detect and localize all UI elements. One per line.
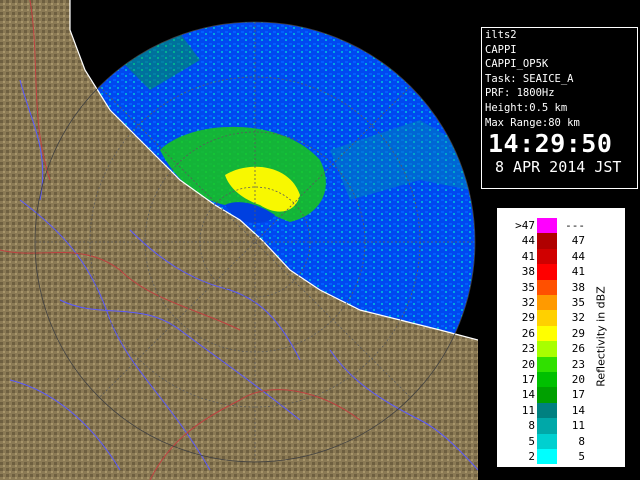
legend-low-value: 5: [528, 434, 535, 448]
legend-row: >47 ---: [499, 218, 623, 234]
legend-low-value: 41: [521, 249, 535, 263]
legend-low-value: 2: [528, 450, 535, 463]
legend-high-value: 23: [571, 357, 585, 371]
color-legend: >47 --- 44 47 41 44 38 41 35 38 32 35 29 32 26 29 23 26 20…: [497, 208, 625, 467]
legend-high-value: 44: [571, 249, 585, 263]
product-name: CAPPI_OP5K: [485, 58, 549, 71]
legend-low-value: 20: [521, 357, 535, 371]
legend-row: 41 44: [499, 248, 623, 265]
radar-name: ilts2: [485, 29, 517, 41]
legend-low-value: 29: [521, 311, 535, 325]
legend-high-value: 32: [571, 311, 585, 325]
legend-swatch: [537, 372, 557, 388]
legend-swatch: [537, 248, 557, 265]
legend-low-value: 44: [521, 234, 535, 248]
product-type: CAPPI: [485, 43, 517, 56]
legend-low-value: 11: [521, 403, 535, 417]
legend-swatch: [537, 325, 557, 342]
legend-high-value: 8: [578, 434, 585, 448]
legend-high-value: 29: [571, 326, 585, 340]
legend-high-value: 14: [571, 403, 585, 417]
legend-swatch: [537, 279, 557, 295]
legend-low-value: 26: [521, 326, 535, 340]
prf-label: PRF: 1800Hz: [485, 87, 555, 100]
legend-swatch: [537, 449, 557, 465]
legend-row: 58: [499, 433, 623, 449]
legend-swatch: [537, 387, 557, 403]
legend-high-value: 38: [571, 280, 585, 294]
legend-swatch: [537, 341, 557, 357]
legend-low-value: 17: [521, 373, 535, 386]
legend-row: 44 47: [499, 233, 623, 249]
legend-swatch: [537, 418, 557, 434]
legend-high-value: 47: [571, 234, 585, 248]
radar-display: ilts2 CAPPI CAPPI_OP5K Task: SEAICE_A PR…: [0, 0, 640, 480]
legend-swatch: [537, 233, 557, 249]
legend-low-value: 14: [521, 388, 535, 402]
legend-high-value: 11: [571, 419, 585, 433]
legend-high-value: 17: [571, 388, 585, 402]
legend-swatch: [537, 264, 557, 280]
legend-low-value: 8: [528, 419, 535, 433]
legend-high-value: 35: [571, 296, 585, 309]
legend-high-value: 5: [578, 450, 585, 463]
legend-high-value: 20: [571, 373, 585, 386]
info-panel: ilts2 CAPPI CAPPI_OP5K Task: SEAICE_A PR…: [481, 27, 638, 189]
legend-low-value: 38: [521, 265, 535, 279]
legend-unit-text: Reflectivity in dBZ: [594, 286, 608, 387]
legend-high-value: ---: [565, 219, 585, 232]
legend-low-value: 23: [521, 342, 535, 356]
legend-swatch: [537, 402, 557, 419]
legend-low-value: >47: [515, 219, 535, 232]
legend-low-value: 35: [521, 280, 535, 294]
legend-swatch: [537, 356, 557, 372]
legend-row: 8 11: [499, 418, 623, 434]
legend-low-value: 32: [521, 296, 535, 309]
date-display: 8 APR 2014 JST: [495, 158, 622, 177]
legend-swatch: [537, 310, 557, 326]
legend-high-value: 26: [571, 342, 585, 356]
legend-swatch: [537, 295, 557, 311]
height-label: Height:0.5 km: [485, 101, 568, 114]
task-label: Task: SEAICE_A: [485, 72, 574, 85]
radar-map: [0, 0, 478, 480]
legend-unit-label: Reflectivity in dBZ: [591, 270, 611, 410]
legend-swatch: [537, 218, 557, 234]
time-display: 14:29:50: [488, 129, 613, 159]
max-range-label: Max Range:80 km: [485, 116, 580, 129]
legend-swatch: [537, 433, 557, 449]
legend-high-value: 41: [571, 265, 585, 279]
legend-row: 25: [499, 449, 623, 465]
